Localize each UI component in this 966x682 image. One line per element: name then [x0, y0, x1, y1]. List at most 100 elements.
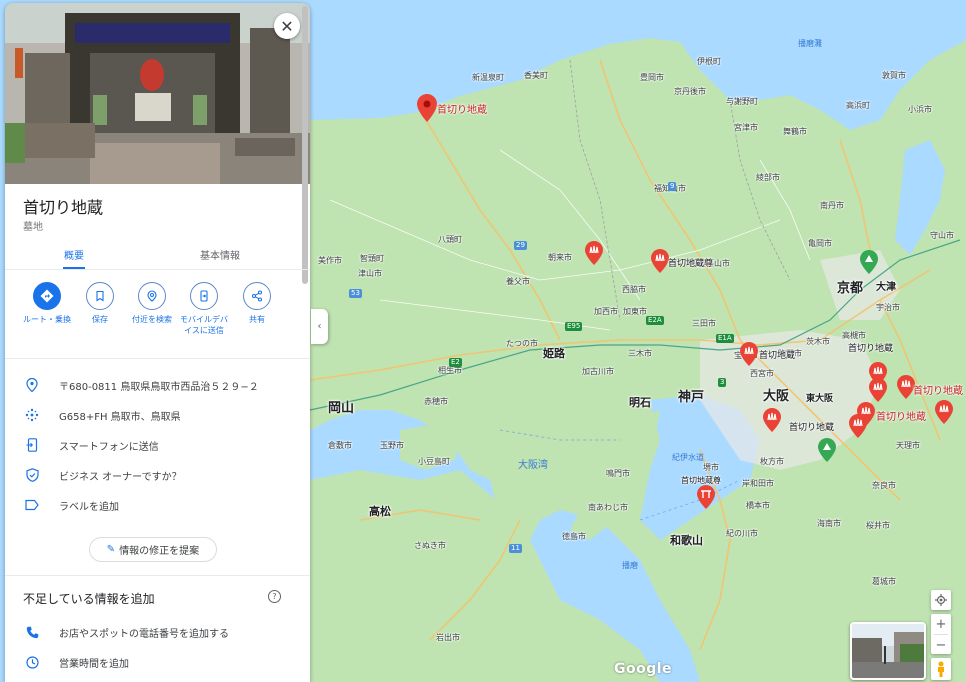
town-label: さぬき市: [414, 541, 446, 550]
town-label: 高浜町: [846, 101, 870, 110]
town-label: 香美町: [524, 71, 548, 80]
selected-pin-icon[interactable]: [417, 94, 437, 122]
city-label-osaka: 大阪: [763, 389, 790, 404]
town-label: 西宮市: [750, 369, 774, 378]
pin-label[interactable]: 首切り地蔵: [913, 382, 963, 397]
suggest-edit-button[interactable]: ✎ 情報の修正を提案: [89, 537, 217, 562]
route-badge: 3: [718, 378, 727, 387]
tab-overview[interactable]: 概要: [64, 247, 84, 262]
share-button[interactable]: 共有: [227, 282, 287, 325]
town-label: 津山市: [358, 269, 382, 278]
add-phone-text: お店やスポットの電話番号を追加する: [59, 628, 229, 640]
panel-scrollbar[interactable]: [302, 6, 308, 284]
town-label: 徳島市: [562, 532, 586, 541]
help-icon[interactable]: ?: [268, 590, 281, 603]
town-label: 紀の川市: [726, 529, 758, 538]
town-label: 茨木市: [806, 337, 830, 346]
city-label-kyoto: 京都: [837, 281, 864, 296]
location-pin-icon: [23, 376, 41, 394]
directions-icon: [33, 282, 61, 310]
route-badge: E2: [449, 358, 462, 367]
zoom-in-button[interactable]: +: [931, 614, 951, 634]
water-label: 播磨灘: [798, 39, 822, 48]
pin-label[interactable]: 首切り地蔵: [437, 101, 487, 116]
google-logo: Google: [614, 661, 673, 677]
pencil-icon: ✎: [106, 544, 116, 555]
clock-icon: [23, 653, 41, 671]
route-badge: 9: [668, 182, 677, 191]
collapse-panel-button[interactable]: ‹: [311, 309, 328, 344]
city-label-otsu: 大津: [876, 282, 896, 293]
city-label-okayama: 岡山: [328, 401, 355, 416]
claim-business-text: ビジネス オーナーですか？: [59, 471, 182, 483]
crosshair-icon: [935, 594, 947, 606]
town-label: 桜井市: [866, 521, 890, 530]
town-label: 鳴門市: [606, 469, 630, 478]
city-label-takamatsu: 高松: [369, 505, 391, 518]
plus-code-row[interactable]: G658+FH 鳥取市、鳥取県: [23, 406, 303, 424]
town-label: 高槻市: [842, 331, 866, 340]
send-to-phone-row[interactable]: スマートフォンに送信: [23, 436, 303, 454]
address-row[interactable]: 〒680-0811 鳥取県鳥取市西品治５２９−２: [23, 376, 303, 394]
my-location-button[interactable]: [931, 590, 951, 610]
send-to-phone-icon: [190, 282, 218, 310]
nearby-button[interactable]: 付近を検索: [122, 282, 182, 325]
town-label: 新温泉町: [472, 73, 504, 82]
pin-label[interactable]: 首切り地蔵: [848, 341, 893, 354]
town-label: 京丹後市: [674, 87, 706, 96]
pegman-icon[interactable]: [931, 658, 951, 680]
phone-send-icon: [23, 436, 41, 454]
town-label: 天理市: [896, 441, 920, 450]
tab-about[interactable]: 基本情報: [200, 247, 240, 262]
label-tag-icon: [23, 496, 41, 514]
town-label: 加古川市: [582, 367, 614, 376]
cemetery-pin-icon[interactable]: [740, 342, 758, 366]
town-label: 宇治市: [876, 303, 900, 312]
pin-label[interactable]: 首切り地蔵: [876, 408, 926, 423]
zoom-control: + −: [931, 614, 951, 654]
cemetery-pin-icon[interactable]: [585, 241, 603, 265]
section-divider: [5, 575, 310, 576]
plus-code-icon: [23, 406, 41, 424]
add-label-row[interactable]: ラベルを追加: [23, 496, 303, 514]
town-label: 智頭町: [360, 254, 384, 263]
town-label: 枚方市: [760, 457, 784, 466]
street-view-image: [852, 624, 924, 678]
add-phone-row[interactable]: お店やスポットの電話番号を追加する: [23, 623, 303, 641]
cemetery-pin-icon[interactable]: [849, 414, 867, 438]
cemetery-pin-icon[interactable]: [935, 400, 953, 424]
place-title: 首切り地蔵: [23, 198, 104, 217]
city-label-higashiosaka: 東大阪: [806, 394, 834, 404]
plus-code-text: G658+FH 鳥取市、鳥取県: [59, 411, 181, 423]
park-pin-icon[interactable]: [818, 438, 836, 462]
route-badge: 11: [509, 544, 522, 553]
phone-icon: [23, 623, 41, 641]
town-label: 綾部市: [756, 173, 780, 182]
cemetery-pin-icon[interactable]: [763, 408, 781, 432]
town-label: 海南市: [817, 519, 841, 528]
save-button[interactable]: 保存: [70, 282, 130, 325]
pin-label[interactable]: 首切地蔵: [759, 348, 795, 361]
park-pin-icon[interactable]: [860, 250, 878, 274]
send-to-device-button[interactable]: モバイルデバイスに送信: [174, 282, 234, 336]
cemetery-pin-icon[interactable]: [869, 378, 887, 402]
town-label: 敦賀市: [882, 71, 906, 80]
town-label: 小浜市: [908, 105, 932, 114]
zoom-out-button[interactable]: −: [931, 635, 951, 655]
directions-button[interactable]: ルート・乗換: [17, 282, 77, 325]
town-label: 橋本市: [746, 501, 770, 510]
pin-label[interactable]: 首切り地蔵: [789, 420, 834, 433]
place-photo[interactable]: [5, 3, 310, 184]
claim-business-row[interactable]: ビジネス オーナーですか？: [23, 466, 303, 484]
pin-label[interactable]: 首切地蔵尊: [668, 256, 713, 269]
street-view-thumbnail[interactable]: [850, 622, 926, 680]
close-button[interactable]: ✕: [274, 13, 300, 39]
address-text: 〒680-0811 鳥取県鳥取市西品治５２９−２: [59, 381, 259, 393]
cemetery-pin-icon[interactable]: [651, 249, 669, 273]
add-hours-row[interactable]: 営業時間を追加: [23, 653, 303, 671]
pin-label[interactable]: 首切地蔵尊: [681, 475, 721, 486]
town-label: 亀岡市: [808, 239, 832, 248]
town-label: 赤穂市: [424, 397, 448, 406]
temple-pin-icon[interactable]: [697, 485, 715, 509]
add-label-text: ラベルを追加: [59, 501, 119, 513]
